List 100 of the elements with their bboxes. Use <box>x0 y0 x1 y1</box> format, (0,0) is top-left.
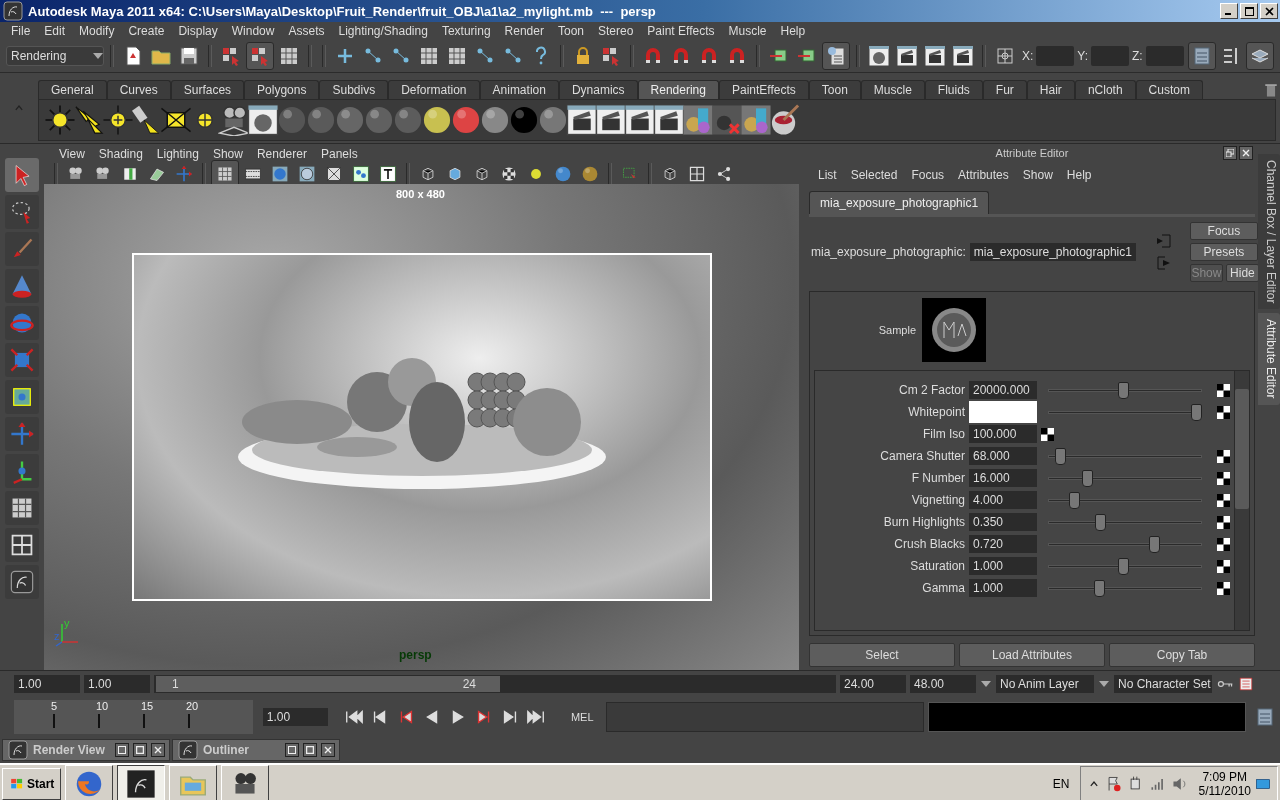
map-checker-icon[interactable] <box>1041 427 1054 441</box>
cube-icon[interactable] <box>473 165 491 183</box>
value-field[interactable]: 100.000 <box>969 425 1037 443</box>
clock-date[interactable]: 5/11/2010 <box>1198 784 1251 798</box>
shelf-tab[interactable]: Muscle <box>860 80 925 99</box>
side-tab[interactable]: Attribute Editor <box>1258 313 1280 405</box>
menu-item[interactable]: Stereo <box>591 24 641 38</box>
end-time-field[interactable]: 48.00 <box>910 675 976 693</box>
shelf-tab[interactable]: Hair <box>1026 80 1075 99</box>
shelf-tab[interactable]: Deformation <box>388 80 480 99</box>
slider-thumb[interactable] <box>1118 557 1130 575</box>
maya-logo-icon[interactable] <box>2 0 24 22</box>
sphere-icon[interactable] <box>334 104 366 136</box>
sphere-icon[interactable] <box>421 104 453 136</box>
map-checker-icon[interactable] <box>1217 493 1230 507</box>
shelf-tab[interactable]: PaintEffects <box>718 80 809 99</box>
panel-menu-item[interactable]: Panels <box>313 147 365 161</box>
sphere-icon[interactable] <box>479 104 511 136</box>
menu-item[interactable]: Muscle <box>721 24 774 38</box>
slider-thumb[interactable] <box>1093 579 1105 597</box>
slider-thumb[interactable] <box>1190 403 1202 421</box>
map-checker-icon[interactable] <box>1217 405 1230 419</box>
map-checker-icon[interactable] <box>1217 471 1230 485</box>
shelf-tab[interactable]: Curves <box>106 80 171 99</box>
value-field[interactable]: 4.000 <box>969 491 1037 509</box>
panel-button[interactable]: Focus <box>1189 222 1258 240</box>
menu-item[interactable]: Attributes <box>951 168 1016 182</box>
footer-button[interactable]: Load Attributes <box>959 643 1105 667</box>
slider-thumb[interactable] <box>1081 469 1093 487</box>
clapper-icon[interactable] <box>924 45 946 67</box>
show-desktop-icon[interactable] <box>1255 776 1271 792</box>
map-checker-icon[interactable] <box>1217 449 1230 463</box>
shelf-tab[interactable]: nCloth <box>1074 80 1136 99</box>
shelf-tab[interactable]: Fluids <box>924 80 983 99</box>
maya-logo-icon[interactable] <box>9 569 35 595</box>
language-indicator[interactable]: EN <box>1052 777 1070 791</box>
menu-item[interactable]: Texturing <box>434 24 498 38</box>
channel-box-icon[interactable] <box>1254 706 1276 728</box>
start-time-field[interactable]: 1.00 <box>14 675 80 693</box>
menu-item[interactable]: Lighting/Shading <box>331 24 435 38</box>
node-name-field[interactable]: mia_exposure_photographic1 <box>969 243 1136 261</box>
smooth-shade-icon[interactable] <box>271 165 289 183</box>
cube-icon[interactable] <box>661 165 679 183</box>
footer-button[interactable]: Select <box>809 643 955 667</box>
render-history-icon[interactable] <box>825 45 847 67</box>
maximize-button[interactable] <box>303 743 317 757</box>
shaded-wireframe-icon[interactable] <box>298 165 316 183</box>
panel-menu-item[interactable]: View <box>52 147 92 161</box>
value-field[interactable]: 1.000 <box>969 579 1037 597</box>
slider-thumb[interactable] <box>1055 447 1067 465</box>
menu-item[interactable]: Focus <box>904 168 952 182</box>
minimized-window[interactable]: Render View <box>2 739 170 761</box>
clapper-icon[interactable] <box>952 45 974 67</box>
sphere-icon[interactable] <box>537 104 569 136</box>
panel-menu-item[interactable]: Renderer <box>249 147 314 161</box>
menu-item[interactable]: Modify <box>72 24 122 38</box>
grid-icon[interactable] <box>278 45 300 67</box>
footer-button[interactable]: Copy Tab <box>1109 643 1255 667</box>
menu-item[interactable]: Window <box>224 24 282 38</box>
value-field[interactable]: 1.000 <box>969 557 1037 575</box>
sun-icon[interactable] <box>44 104 76 136</box>
slider-thumb[interactable] <box>1118 381 1130 399</box>
menu-item[interactable]: Help <box>1059 168 1099 182</box>
layout-icon[interactable] <box>688 165 706 183</box>
shader-balls-icon[interactable] <box>711 104 743 136</box>
point-light-icon[interactable] <box>102 104 134 136</box>
layout-icon[interactable] <box>9 532 35 558</box>
side-tab[interactable]: Channel Box / Layer Editor <box>1258 154 1280 310</box>
x-input-field[interactable] <box>1036 46 1075 66</box>
shelf-tab[interactable]: Dynamics <box>558 80 638 99</box>
map-checker-icon[interactable] <box>1217 559 1230 573</box>
menu-item[interactable]: Toon <box>550 24 591 38</box>
command-field[interactable] <box>606 702 925 732</box>
map-checker-icon[interactable] <box>1217 581 1230 595</box>
render-window-icon[interactable] <box>247 104 279 136</box>
caret-icon[interactable] <box>1098 680 1110 688</box>
sphere-icon[interactable] <box>450 104 482 136</box>
grid-icon[interactable] <box>446 45 468 67</box>
shelf-tab[interactable]: Subdivs <box>319 80 389 99</box>
map-checker-icon[interactable] <box>1217 515 1230 529</box>
minimized-window[interactable]: Outliner <box>172 739 340 761</box>
bookmark-icon[interactable] <box>121 165 139 183</box>
menu-item[interactable]: Assets <box>281 24 332 38</box>
clapper-icon[interactable] <box>653 104 685 136</box>
slider-thumb[interactable] <box>1095 513 1107 531</box>
shelf-tab[interactable]: Rendering <box>637 80 719 99</box>
menu-set-dropdown[interactable]: Rendering <box>6 46 104 66</box>
clock-time[interactable]: 7:09 PM <box>1202 770 1248 784</box>
shader-balls-icon[interactable] <box>682 104 714 136</box>
shelf-tab[interactable]: Polygons <box>244 80 320 99</box>
sphere-icon[interactable] <box>276 104 308 136</box>
minimize-button[interactable] <box>1220 3 1238 19</box>
clapper-icon[interactable] <box>624 104 656 136</box>
render-window-icon[interactable] <box>868 45 890 67</box>
node-tab[interactable]: mia_exposure_photographic1 <box>809 191 990 214</box>
current-time-field[interactable]: 1.00 <box>262 708 329 726</box>
scale-tool-icon[interactable] <box>9 347 35 373</box>
y-input-field[interactable] <box>1091 46 1130 66</box>
sphere-icon[interactable] <box>392 104 424 136</box>
menu-item[interactable]: Paint Effects <box>640 24 722 38</box>
